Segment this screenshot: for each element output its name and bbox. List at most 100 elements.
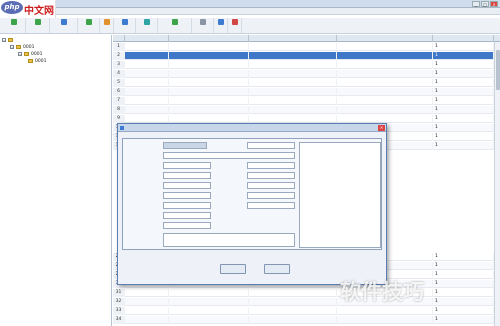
column-header[interactable] bbox=[337, 35, 433, 42]
column-header[interactable] bbox=[433, 35, 494, 42]
field-input[interactable] bbox=[163, 222, 211, 229]
table-cell: 2 bbox=[113, 52, 125, 60]
field-input[interactable] bbox=[163, 202, 211, 209]
exit-icon bbox=[231, 19, 238, 25]
field-input[interactable] bbox=[247, 202, 295, 209]
toolbar-button-10[interactable] bbox=[228, 18, 242, 33]
table-cell: 1 bbox=[433, 298, 494, 306]
folder-icon bbox=[16, 45, 21, 49]
table-cell bbox=[125, 115, 169, 123]
collapse-icon[interactable]: − bbox=[18, 52, 22, 56]
table-cell bbox=[125, 79, 169, 87]
vertical-scrollbar[interactable] bbox=[494, 42, 500, 326]
table-cell bbox=[125, 97, 169, 105]
toolbar-button-9[interactable] bbox=[214, 18, 228, 33]
table-row[interactable]: 31 1 bbox=[113, 289, 500, 297]
table-row[interactable]: 41 bbox=[113, 70, 500, 78]
toolbar-button-6[interactable] bbox=[136, 18, 158, 33]
table-cell bbox=[249, 88, 337, 96]
copy-icon bbox=[143, 19, 150, 25]
tree-node-root[interactable]: − bbox=[2, 37, 15, 43]
column-header[interactable] bbox=[169, 35, 249, 42]
table-cell bbox=[249, 79, 337, 87]
table-cell: 7 bbox=[113, 97, 125, 105]
table-row[interactable]: 91 bbox=[113, 115, 500, 123]
dialog-app-icon bbox=[120, 126, 124, 130]
table-cell: 1 bbox=[433, 79, 494, 87]
minimize-button[interactable]: _ bbox=[472, 1, 480, 7]
table-cell bbox=[337, 88, 433, 96]
table-cell: 1 bbox=[433, 115, 494, 123]
field-input[interactable] bbox=[247, 142, 295, 149]
tree-node[interactable]: − 0001 bbox=[18, 51, 42, 57]
collapse-icon[interactable]: − bbox=[2, 38, 6, 42]
column-header[interactable] bbox=[113, 35, 125, 42]
tree-node[interactable]: − 0001 bbox=[10, 44, 34, 50]
toolbar-button-4[interactable] bbox=[100, 18, 114, 33]
table-row[interactable]: 81 bbox=[113, 106, 500, 114]
notes-textarea[interactable] bbox=[163, 233, 295, 247]
column-header[interactable] bbox=[249, 35, 337, 42]
table-cell bbox=[169, 97, 249, 105]
field-input[interactable] bbox=[163, 212, 211, 219]
php-logo-icon: php bbox=[1, 1, 23, 14]
table-cell bbox=[125, 43, 169, 51]
table-cell: 33 bbox=[113, 307, 125, 315]
dialog-close-button[interactable]: × bbox=[378, 125, 385, 131]
table-row[interactable]: 21 bbox=[113, 52, 500, 60]
table-row[interactable]: 32 1 bbox=[113, 298, 500, 306]
table-row[interactable]: 51 bbox=[113, 79, 500, 87]
field-input[interactable] bbox=[163, 182, 211, 189]
table-cell bbox=[249, 97, 337, 105]
table-cell: 1 bbox=[433, 124, 494, 132]
ok-button[interactable] bbox=[220, 264, 246, 274]
site-logo: php 中文网 bbox=[0, 0, 56, 18]
field-input[interactable] bbox=[247, 172, 295, 179]
tree-icon bbox=[34, 19, 41, 25]
toolbar-button-5[interactable] bbox=[114, 18, 136, 33]
table-row[interactable]: 33 1 bbox=[113, 307, 500, 315]
field-input[interactable] bbox=[163, 142, 207, 149]
field-input[interactable] bbox=[163, 152, 295, 159]
table-row[interactable]: 61 bbox=[113, 88, 500, 96]
field-input[interactable] bbox=[247, 192, 295, 199]
table-cell bbox=[125, 289, 169, 297]
table-cell bbox=[337, 316, 433, 324]
table-row[interactable]: 31 bbox=[113, 61, 500, 69]
maximize-button[interactable]: □ bbox=[481, 1, 489, 7]
folder-icon bbox=[28, 59, 33, 63]
table-row[interactable]: 11 bbox=[113, 43, 500, 51]
toolbar-button-3[interactable] bbox=[78, 18, 100, 33]
table-row[interactable]: 34 1 bbox=[113, 316, 500, 324]
toolbar bbox=[0, 18, 500, 34]
field-input[interactable] bbox=[163, 192, 211, 199]
cancel-button[interactable] bbox=[264, 264, 290, 274]
table-cell bbox=[169, 298, 249, 306]
tree-node-label: 0001 bbox=[31, 51, 43, 57]
table-cell bbox=[249, 298, 337, 306]
table-row[interactable]: 71 bbox=[113, 97, 500, 105]
collapse-icon[interactable]: − bbox=[10, 45, 14, 49]
scrollbar-thumb[interactable] bbox=[496, 50, 500, 90]
table-cell bbox=[249, 43, 337, 51]
table-cell bbox=[249, 115, 337, 123]
table-cell bbox=[169, 88, 249, 96]
field-input[interactable] bbox=[163, 172, 211, 179]
toolbar-button-8[interactable] bbox=[192, 18, 214, 33]
field-input[interactable] bbox=[247, 162, 295, 169]
toolbar-button-1[interactable] bbox=[26, 18, 50, 33]
table-cell bbox=[125, 61, 169, 69]
column-header[interactable] bbox=[125, 35, 169, 42]
toolbar-button-7[interactable] bbox=[158, 18, 192, 33]
table-cell bbox=[249, 106, 337, 114]
toolbar-button-2[interactable] bbox=[50, 18, 78, 33]
tree-node[interactable]: 0001 bbox=[28, 58, 46, 64]
field-input[interactable] bbox=[247, 182, 295, 189]
toolbar-button-0[interactable] bbox=[2, 18, 26, 33]
close-button[interactable]: × bbox=[490, 1, 498, 7]
picture-box[interactable] bbox=[299, 142, 381, 248]
table-cell: 4 bbox=[113, 70, 125, 78]
table-cell bbox=[249, 61, 337, 69]
field-input[interactable] bbox=[163, 162, 211, 169]
table-cell: 1 bbox=[433, 61, 494, 69]
